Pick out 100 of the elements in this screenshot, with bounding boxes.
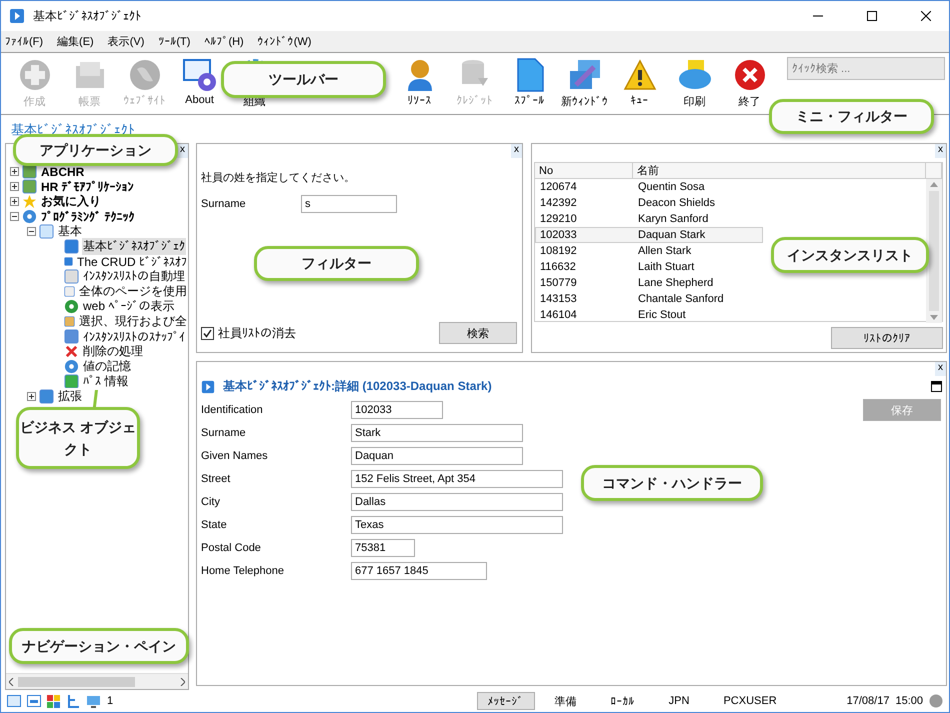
calendar-icon[interactable] <box>27 695 41 707</box>
expand-icon[interactable] <box>10 182 19 191</box>
menu-item[interactable]: ﾍﾙﾌﾟ(H) <box>204 35 244 48</box>
plus-icon <box>18 59 50 91</box>
field-label: Surname <box>201 198 247 210</box>
table-cell-text: 108192 <box>539 245 578 257</box>
list-row[interactable]: 108192 Allen Stark <box>535 243 763 259</box>
hierarchy-icon[interactable] <box>66 694 80 708</box>
search-button[interactable]: 検索 <box>439 322 517 344</box>
table-cell-text: 120674 <box>539 181 578 193</box>
menu-item[interactable]: ｳｨﾝﾄﾞｳ(W) <box>258 35 312 48</box>
clear-list-button[interactable]: ﾘｽﾄのｸﾘｱ <box>831 327 943 349</box>
table-cell-text: Laith Stuart <box>637 261 694 273</box>
table-cell-text: Allen Stark <box>637 245 692 257</box>
text-field[interactable]: 75381 <box>351 539 415 557</box>
scroll-right-icon[interactable] <box>180 678 185 686</box>
menu-item[interactable]: ﾌｧｲﾙ(F) <box>5 35 44 48</box>
chain-link-icon <box>568 59 602 91</box>
toolbar-button[interactable]: ﾘｿｰｽ <box>392 57 447 107</box>
menu-item[interactable]: 編集(E) <box>57 34 94 49</box>
toolbar-button[interactable]: ｽﾌﾟｰﾙ <box>502 57 557 107</box>
surname-field[interactable]: s <box>301 195 397 213</box>
expand-icon[interactable] <box>10 197 19 206</box>
toolbar-button[interactable]: 新ｳｨﾝﾄﾞｳ <box>557 57 612 109</box>
tree-item[interactable]: The CRUD ﾋﾞｼﾞﾈｽｵﾌ <box>76 254 188 268</box>
toolbar-button[interactable]: 印刷 <box>667 57 722 109</box>
table-cell-text: 143153 <box>539 293 578 305</box>
printer-icon <box>678 59 712 91</box>
filter-prompt: 社員の姓を指定してください。 <box>201 170 356 185</box>
window-icon[interactable] <box>7 695 21 707</box>
color-grid-icon[interactable] <box>47 694 60 708</box>
close-icon[interactable] <box>921 11 931 21</box>
callout-tooltip: コマンド・ハンドラー <box>581 465 763 501</box>
message-button[interactable]: ﾒｯｾｰｼﾞ <box>476 692 535 710</box>
close-icon <box>734 59 766 91</box>
close-button[interactable]: x <box>511 144 522 158</box>
list-row[interactable]: 143153 Chantale Sanford <box>535 291 763 307</box>
app-icon <box>22 179 37 194</box>
column-header[interactable]: 名前 <box>633 163 926 178</box>
tree-item[interactable]: 拡張 <box>57 388 83 405</box>
list-row[interactable]: 120674 Quentin Sosa <box>535 179 763 195</box>
list-row[interactable]: 150779 Lane Shepherd <box>535 275 763 291</box>
scroll-left-icon[interactable] <box>9 678 14 686</box>
clear-list-checkbox[interactable]: 社員ﾘｽﾄの消去 <box>201 324 296 342</box>
window-title: 基本ﾋﾞｼﾞﾈｽｵﾌﾞｼﾞｪｸﾄ <box>33 8 142 24</box>
expand-icon[interactable] <box>10 167 19 176</box>
text-field[interactable]: Stark <box>351 424 523 442</box>
status-text: ﾛｰｶﾙ <box>610 694 635 708</box>
close-button[interactable]: x <box>935 144 946 158</box>
tree-item[interactable]: ﾊﾟｽ 情報 <box>82 373 130 390</box>
expand-icon[interactable] <box>27 392 36 401</box>
status-text: PCXUSER <box>723 695 777 707</box>
list-row[interactable]: 129210 Karyn Sanford <box>535 211 763 227</box>
maximize-icon[interactable] <box>931 381 942 392</box>
column-header[interactable]: No <box>535 163 633 178</box>
text-field[interactable]: 102033 <box>351 401 443 419</box>
window-icon <box>39 224 54 239</box>
table-cell-text: 116632 <box>539 261 577 273</box>
window-gear-icon <box>182 58 216 92</box>
text-field[interactable]: Dallas <box>351 493 563 511</box>
field-label: State <box>201 519 228 531</box>
tree-item[interactable]: 削除の処理 <box>82 343 144 360</box>
tree-item[interactable]: 全体のページを使用 <box>78 283 188 300</box>
toolbar-button[interactable]: ｷｭｰ <box>612 57 667 107</box>
close-button[interactable]: x <box>935 362 946 376</box>
status-indicator-icon <box>929 694 943 708</box>
text-field[interactable]: 152 Felis Street, Apt 354 <box>351 470 563 488</box>
status-text: JPN <box>668 695 690 707</box>
detail-title: 基本ﾋﾞｼﾞﾈｽｵﾌﾞｼﾞｪｸﾄ:詳細 (102033-Daquan Stark) <box>223 378 493 395</box>
square-icon <box>64 254 73 269</box>
text-field[interactable]: Texas <box>351 516 563 534</box>
callout-tooltip: インスタンスリスト <box>771 237 929 273</box>
tree-item[interactable]: ｲﾝｽﾀﾝｽﾘｽﾄのｽﾅｯﾌﾟｲ <box>82 330 186 344</box>
quick-search-field[interactable]: ｸｲｯｸ検索 ... <box>787 57 945 80</box>
close-button[interactable]: x <box>177 144 188 158</box>
tree-item[interactable]: 基本ﾋﾞｼﾞﾈｽｵﾌﾞｼﾞｪｸ <box>82 238 186 255</box>
menu-item[interactable]: ﾂｰﾙ(T) <box>158 35 190 48</box>
maximize-icon[interactable] <box>867 11 877 21</box>
collapse-icon[interactable] <box>27 227 36 236</box>
field-label: Surname <box>201 427 247 439</box>
tree-item[interactable]: 選択、現行および全 <box>78 313 188 330</box>
status-text: 準備 <box>554 694 577 708</box>
list-row[interactable]: 146104 Eric Stout <box>535 307 763 323</box>
tree-item[interactable]: ﾌﾟﾛｸﾞﾗﾐﾝｸﾞ ﾃｸﾆｯｸ <box>40 210 136 224</box>
text-field[interactable]: Daquan <box>351 447 523 465</box>
text-field[interactable]: 677 1657 1845 <box>351 562 487 580</box>
tree-item[interactable]: HR ﾃﾞﾓｱﾌﾟﾘｹｰｼｮﾝ <box>40 180 135 194</box>
table-cell-text: 129210 <box>539 213 578 225</box>
collapse-icon[interactable] <box>10 212 19 221</box>
warning-icon <box>622 59 656 91</box>
list-row[interactable]: 142392 Deacon Shields <box>535 195 763 211</box>
table-cell-text: Daquan Stark <box>637 229 706 241</box>
list-row[interactable]: 116632 Laith Stuart <box>535 259 763 275</box>
horizontal-scrollbar[interactable] <box>6 673 188 689</box>
list-row[interactable]: 102033 Daquan Stark <box>535 227 763 243</box>
callout-tooltip: ナビゲーション・ペイン <box>9 628 189 664</box>
menu-item[interactable]: 表示(V) <box>108 34 144 49</box>
status-time: 15:00 <box>895 695 923 707</box>
table-cell-text: 102033 <box>539 229 578 241</box>
table-cell-text: Deacon Shields <box>637 197 716 209</box>
